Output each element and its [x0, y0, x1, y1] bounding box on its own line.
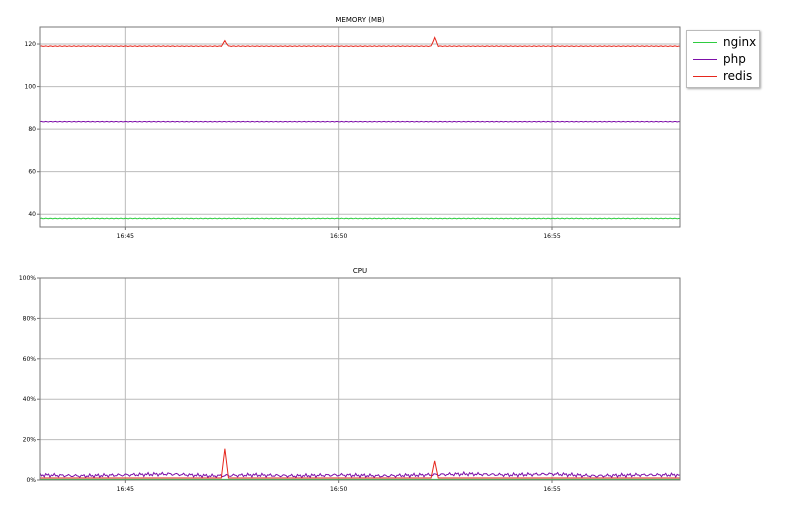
charts-canvas: 40 60 80 100 120 16:45 16:50 16:55 MEMORY (MB) 0… [19, 16, 681, 493]
chart-title: MEMORY (MB) [335, 16, 385, 24]
y-tick-label: 100 [25, 84, 37, 91]
y-tick-label: 80 [28, 126, 36, 133]
legend-swatch-nginx [693, 42, 717, 43]
y-tick-label: 80% [23, 315, 37, 322]
legend-label-redis: redis [723, 69, 753, 83]
x-tick-label: 16:50 [330, 233, 347, 240]
plot-area [40, 27, 680, 227]
memory-chart: 40 60 80 100 120 16:45 16:50 16:55 MEMORY (MB) [25, 16, 681, 240]
legend-swatch-php [693, 59, 717, 60]
legend-item-nginx: nginx [687, 34, 759, 51]
y-tick-label: 60 [28, 169, 36, 176]
y-tick-label: 60% [23, 356, 37, 363]
series-line-php [39, 120, 681, 123]
legend-label-nginx: nginx [723, 35, 757, 49]
legend-swatch-redis [693, 76, 717, 77]
plot-area [40, 278, 680, 480]
chart-title: CPU [353, 267, 367, 275]
legend: nginx php redis [686, 30, 760, 88]
y-tick-label: 40% [23, 396, 37, 403]
y-tick-label: 120 [25, 41, 37, 48]
x-tick-label: 16:50 [330, 486, 347, 493]
x-tick-label: 16:45 [117, 486, 134, 493]
y-tick-label: 0% [26, 477, 36, 484]
legend-item-redis: redis [687, 68, 759, 85]
y-tick-label: 20% [23, 437, 37, 444]
x-tick-label: 16:55 [543, 233, 560, 240]
series-line-nginx [39, 217, 681, 220]
y-tick-label: 40 [28, 211, 36, 218]
x-tick-label: 16:45 [117, 233, 134, 240]
cpu-chart: 0% 20% 40% 60% 80% 100% 16:45 16:50 16:55 CPU [19, 267, 681, 493]
legend-item-php: php [687, 51, 759, 68]
legend-label-php: php [723, 52, 746, 66]
x-tick-label: 16:55 [543, 486, 560, 493]
y-tick-label: 100% [19, 275, 36, 282]
